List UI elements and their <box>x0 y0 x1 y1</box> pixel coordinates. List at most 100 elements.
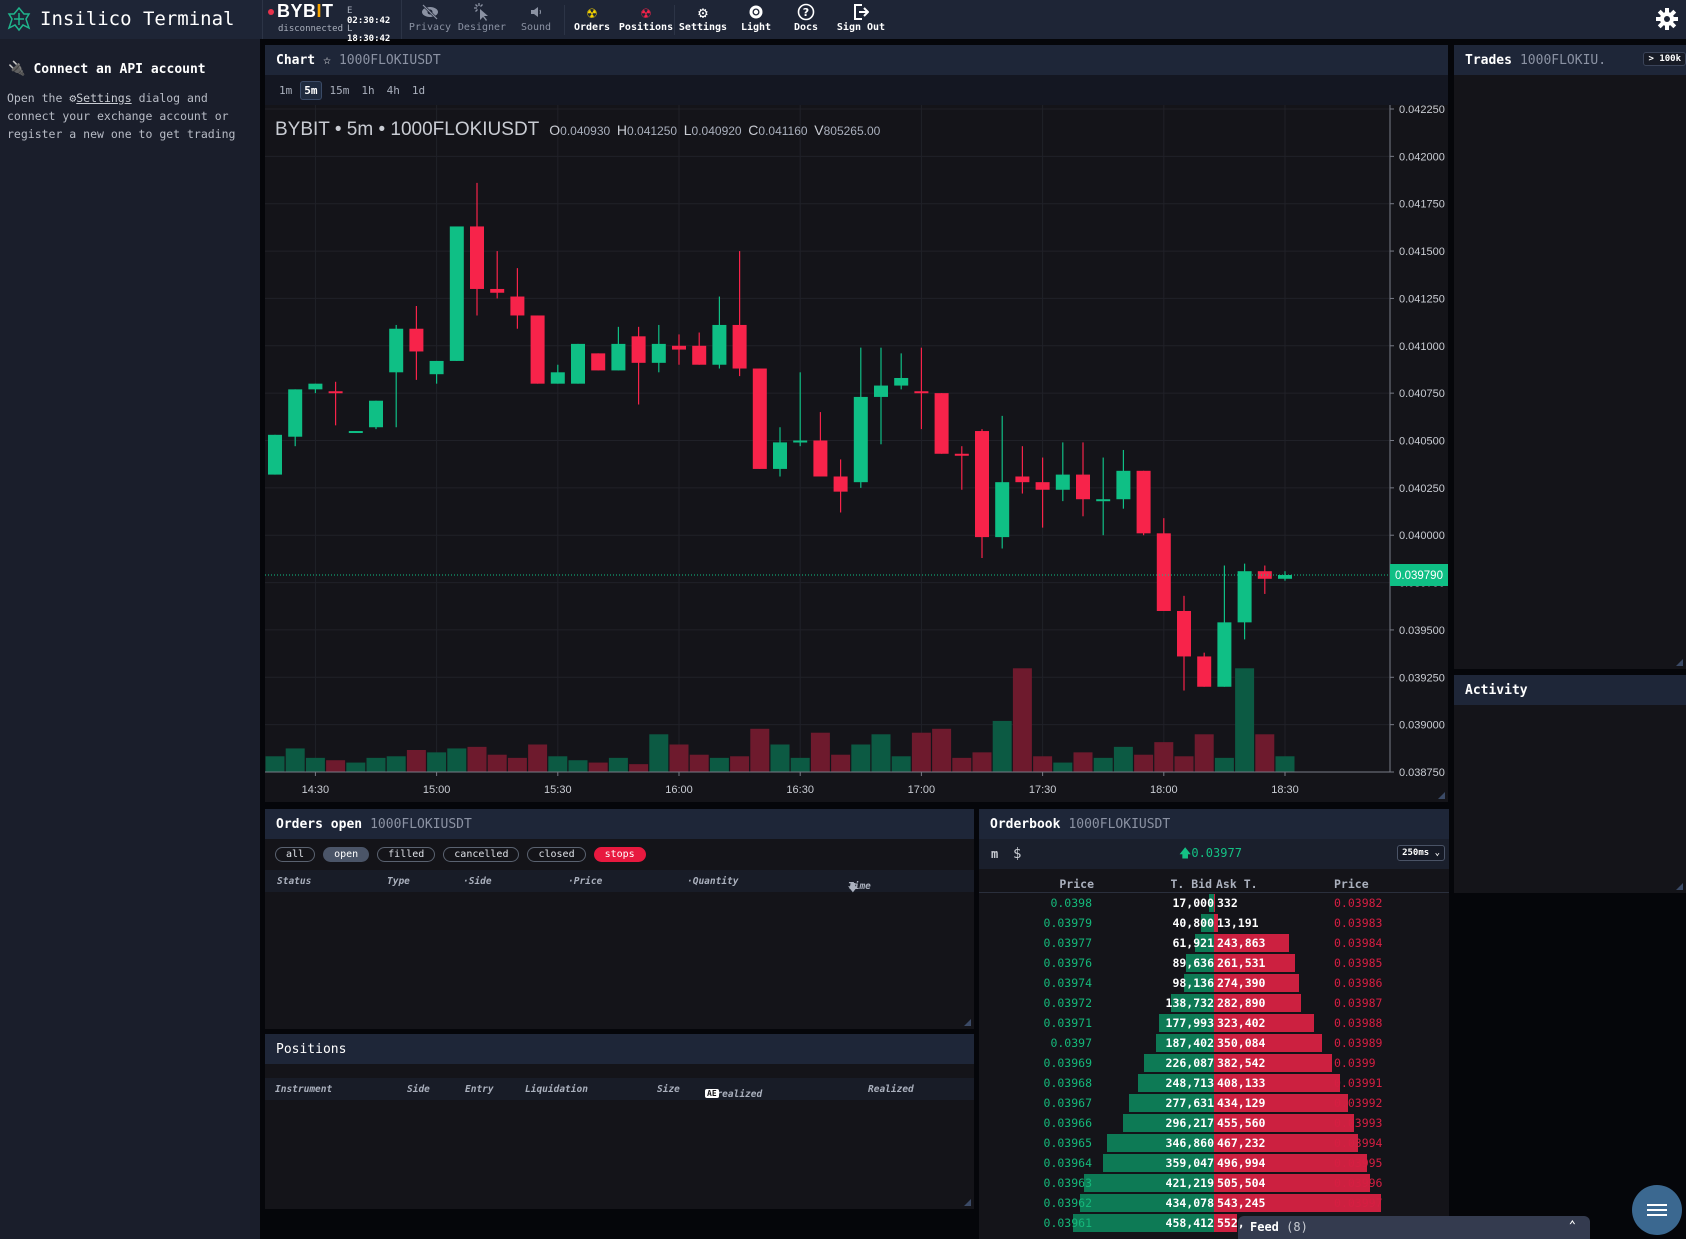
timeframe-15m[interactable]: 15m <box>326 81 354 100</box>
unit-toggle-m[interactable]: m <box>991 847 998 861</box>
volume-bar <box>689 754 709 772</box>
settings-button[interactable]: ⚙ Settings <box>678 0 728 39</box>
exchange-status[interactable]: BYBIT disconnected E 02:30:42 L 18:30:42 <box>262 0 402 44</box>
candle-body <box>651 343 666 363</box>
col-side[interactable]: · Side <box>463 876 492 887</box>
unrealized-mode-badge: AE <box>705 1089 719 1098</box>
col-realized[interactable]: Realized <box>868 1084 914 1095</box>
orders-resize-handle[interactable] <box>964 1019 971 1026</box>
timeframe-1m[interactable]: 1m <box>275 81 296 100</box>
orderbook-row[interactable]: 0.03964 359,047 496,994 0.03995 <box>979 1153 1449 1173</box>
col-price[interactable]: · Price <box>568 876 602 887</box>
chevron-down-icon: ⌄ <box>1434 848 1440 858</box>
global-settings-button[interactable] <box>1656 8 1678 30</box>
light-theme-button[interactable]: Light <box>734 0 778 39</box>
exchange-time: E 02:30:42 <box>347 6 391 26</box>
candle-body <box>1237 571 1252 623</box>
price-tick-label: 0.039250 <box>1399 672 1445 684</box>
filter-filled[interactable]: filled <box>377 847 436 862</box>
orderbook-row[interactable]: 0.03963 421,219 505,504 0.03996 <box>979 1173 1449 1193</box>
time-tick-label: 17:30 <box>1029 784 1057 796</box>
orderbook-row[interactable]: 0.03979 40,800 13,191 0.03983 <box>979 913 1449 933</box>
bid-total: 277,631 <box>1165 1096 1214 1110</box>
orderbook-row[interactable]: 0.03971 177,993 323,402 0.03988 <box>979 1013 1449 1033</box>
col-quantity[interactable]: · Quantity <box>687 876 739 887</box>
feed-toggle[interactable]: Feed (8) ⌃ <box>1238 1216 1590 1239</box>
timeframe-1d[interactable]: 1d <box>408 81 429 100</box>
app-logo[interactable]: Insilico Terminal <box>6 6 234 32</box>
settings-link[interactable]: ⚙Settings <box>69 91 131 105</box>
ask-total: 467,232 <box>1217 1136 1266 1150</box>
col-liquidation[interactable]: Liquidation <box>525 1084 588 1095</box>
col-size[interactable]: Size <box>657 1084 680 1095</box>
favorite-star-icon[interactable]: ☆ <box>323 53 331 68</box>
ask-price: 0.03986 <box>1334 976 1383 990</box>
positions-resize-handle[interactable] <box>964 1199 971 1206</box>
update-interval-select[interactable]: 250ms ⌄ <box>1397 845 1445 861</box>
activity-panel: Activity <box>1454 675 1686 893</box>
unit-toggle-usd[interactable]: $ <box>1013 846 1021 862</box>
orders-header: Orders open 1000FLOKIUSDT <box>265 809 974 839</box>
volume-bar <box>750 728 770 772</box>
connect-api-heading: 🔌 Connect an API account <box>8 61 206 77</box>
candle-body <box>1076 474 1090 500</box>
chart-resize-handle[interactable] <box>1438 792 1445 799</box>
candlestick-chart[interactable]: 0.042250 0.042000 0.041750 0.041500 0.041250… <box>265 105 1448 802</box>
connection-status: disconnected <box>278 24 344 34</box>
privacy-button[interactable]: Privacy <box>408 0 452 39</box>
orderbook-row[interactable]: 0.0398 17,000 332 0.03982 <box>979 893 1449 913</box>
col-instrument[interactable]: Instrument <box>275 1084 332 1095</box>
filter-cancelled[interactable]: cancelled <box>443 847 520 862</box>
candle-body <box>530 315 545 384</box>
volume-bar <box>588 762 608 772</box>
timeframe-1h[interactable]: 1h <box>357 81 378 100</box>
orderbook-row[interactable]: 0.03977 61,921 243,863 0.03984 <box>979 933 1449 953</box>
candle-body <box>348 431 363 434</box>
volume-bar <box>891 756 911 772</box>
candle-body <box>308 383 323 390</box>
orderbook-row[interactable]: 0.03962 434,078 543,245 0.03997 <box>979 1193 1449 1213</box>
bid-total: 248,713 <box>1165 1076 1214 1090</box>
orderbook-row[interactable]: 0.03976 89,636 261,531 0.03985 <box>979 953 1449 973</box>
volume-bar <box>1134 754 1154 772</box>
time-tick-label: 17:00 <box>908 784 936 796</box>
volume-bar <box>305 757 325 772</box>
trades-panel: Trades 1000FLOKIU. > 100k <box>1454 45 1686 669</box>
orderbook-row[interactable]: 0.03969 226,087 382,542 0.0399 <box>979 1053 1449 1073</box>
docs-button[interactable]: ? Docs <box>786 0 826 39</box>
filter-stops[interactable]: stops <box>593 847 646 862</box>
col-entry[interactable]: Entry <box>465 1084 494 1095</box>
timeframe-5m[interactable]: 5m <box>300 80 322 100</box>
col-type[interactable]: Type <box>387 876 410 887</box>
orderbook-row[interactable]: 0.03966 296,217 455,560 0.03993 <box>979 1113 1449 1133</box>
filter-closed[interactable]: closed <box>527 847 586 862</box>
sound-button[interactable]: Sound <box>514 0 558 39</box>
activity-resize-handle[interactable] <box>1676 883 1683 890</box>
timeframe-selector: 1m 5m 15m 1h 4h 1d <box>265 75 1448 105</box>
volume-bar <box>629 764 649 772</box>
orderbook-row[interactable]: 0.03968 248,713 408,133 0.03991 <box>979 1073 1449 1093</box>
volume-bar <box>386 756 406 772</box>
trades-size-filter[interactable]: > 100k <box>1643 52 1686 66</box>
orders-button[interactable]: ☢ Orders <box>570 0 614 39</box>
volume-bar <box>851 744 871 772</box>
orderbook-row[interactable]: 0.0397 187,402 350,084 0.03989 <box>979 1033 1449 1053</box>
orderbook-row[interactable]: 0.03972 138,732 282,890 0.03987 <box>979 993 1449 1013</box>
positions-button[interactable]: ☢ Positions <box>618 0 674 39</box>
orderbook-row[interactable]: 0.03974 98,136 274,390 0.03986 <box>979 973 1449 993</box>
designer-button[interactable]: Designer <box>456 0 508 39</box>
menu-fab-button[interactable] <box>1632 1185 1682 1235</box>
price-tick-label: 0.040250 <box>1399 483 1445 495</box>
timeframe-4h[interactable]: 4h <box>383 81 404 100</box>
ask-price: 0.03983 <box>1334 916 1383 930</box>
orderbook-row[interactable]: 0.03965 346,860 467,232 0.03994 <box>979 1133 1449 1153</box>
ask-total: 543,245 <box>1217 1196 1266 1210</box>
ask-total: 408,133 <box>1217 1076 1266 1090</box>
filter-all[interactable]: all <box>275 847 316 862</box>
orderbook-row[interactable]: 0.03967 277,631 434,129 0.03992 <box>979 1093 1449 1113</box>
col-status[interactable]: Status <box>277 876 311 887</box>
trades-resize-handle[interactable] <box>1676 659 1683 666</box>
col-side[interactable]: Side <box>407 1084 430 1095</box>
sign-out-button[interactable]: Sign Out <box>834 0 888 39</box>
filter-open[interactable]: open <box>323 847 370 862</box>
